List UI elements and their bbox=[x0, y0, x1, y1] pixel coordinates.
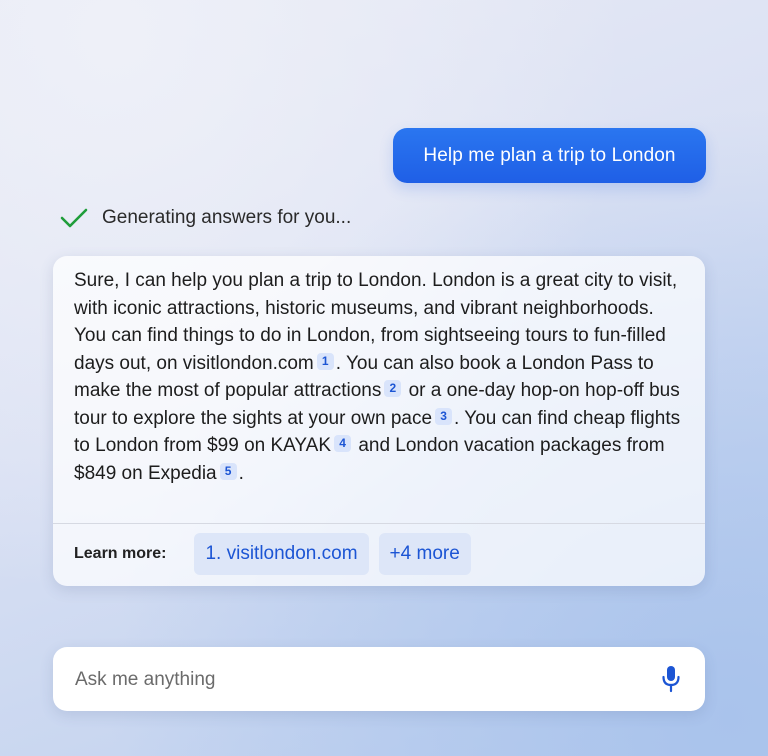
citation-badge[interactable]: 1 bbox=[316, 352, 334, 370]
learn-more-row: Learn more: 1. visitlondon.com +4 more bbox=[74, 533, 471, 575]
user-message-bubble: Help me plan a trip to London bbox=[393, 128, 706, 183]
answer-segment: . bbox=[238, 462, 244, 484]
citation-badge[interactable]: 4 bbox=[334, 435, 352, 452]
learn-more-link-visitlondon[interactable]: 1. visitlondon.com bbox=[194, 533, 369, 575]
answer-text: Sure, I can help you plan a trip to Lond… bbox=[74, 267, 689, 487]
divider bbox=[53, 523, 705, 524]
answer-card: Sure, I can help you plan a trip to Lond… bbox=[53, 256, 705, 586]
citation-badge[interactable]: 3 bbox=[435, 407, 453, 425]
more-sources-button[interactable]: +4 more bbox=[378, 533, 471, 575]
generation-status: Generating answers for you... bbox=[60, 203, 351, 233]
status-text: Generating answers for you... bbox=[102, 207, 352, 228]
ask-input[interactable] bbox=[73, 647, 637, 713]
citation-badge[interactable]: 5 bbox=[219, 462, 237, 480]
learn-more-label: Learn more: bbox=[74, 545, 167, 562]
user-message-text: Help me plan a trip to London bbox=[423, 144, 676, 166]
ask-box bbox=[53, 647, 705, 713]
microphone-icon[interactable] bbox=[657, 665, 685, 693]
check-icon bbox=[60, 207, 88, 229]
citation-badge[interactable]: 2 bbox=[384, 380, 402, 397]
